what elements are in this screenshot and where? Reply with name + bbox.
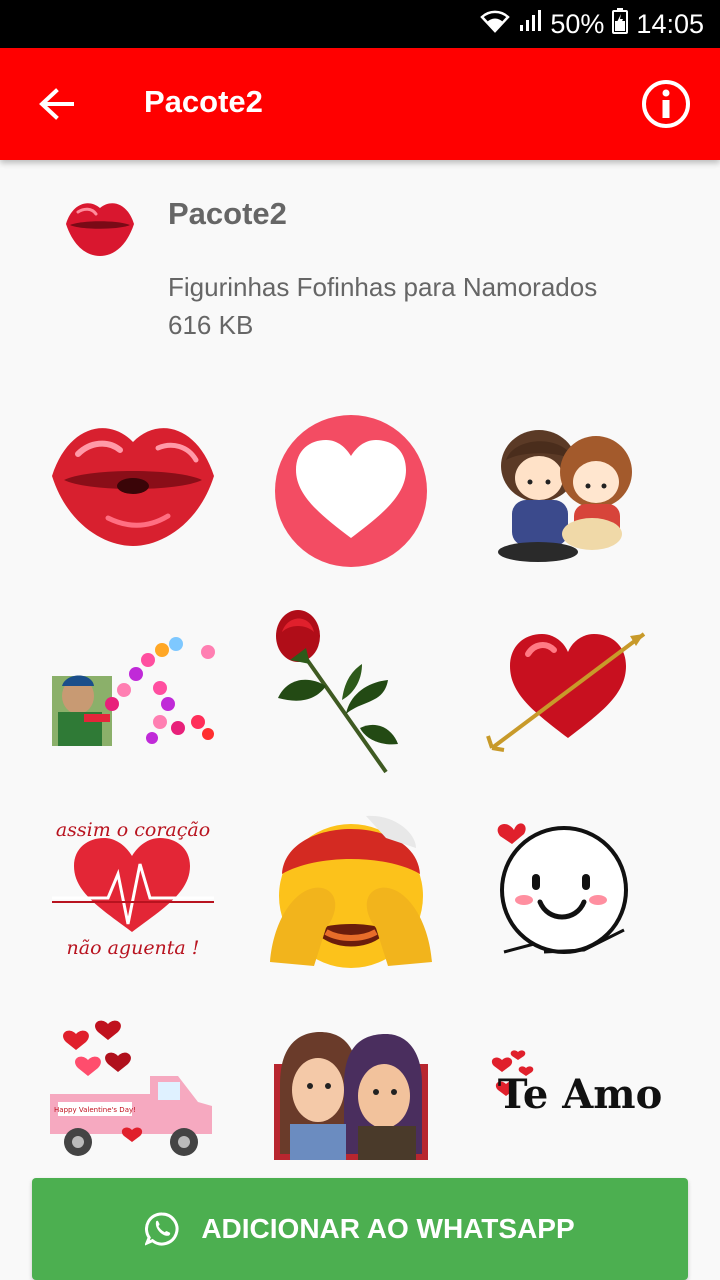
whatsapp-icon <box>145 1212 179 1246</box>
sticker-couple-chibi[interactable] <box>484 406 654 576</box>
sticker-smiley-face[interactable] <box>484 804 654 974</box>
sticker-valentine-truck[interactable]: Happy Valentine's Day! <box>48 1004 218 1174</box>
sticker-cartoon-couple[interactable] <box>266 1004 436 1174</box>
sticker-lips-kiss[interactable] <box>48 406 218 576</box>
wifi-icon <box>480 9 511 40</box>
te-amo-label: Te Amo <box>498 1071 663 1118</box>
pack-tray-icon <box>62 194 138 262</box>
pack-name: Pacote2 <box>168 196 287 231</box>
add-to-whatsapp-button[interactable]: ADICIONAR AO WHATSAPP <box>32 1178 688 1280</box>
heartbeat-bottom-text: não aguenta ! <box>67 937 200 959</box>
app-bar: Pacote2 <box>0 48 720 160</box>
battery-percent: 50% <box>550 8 605 39</box>
sticker-red-rose[interactable] <box>266 604 436 774</box>
info-button[interactable] <box>640 78 692 130</box>
sticker-heart-arrow[interactable] <box>484 604 654 774</box>
sticker-te-amo-text[interactable]: Te Amo <box>484 1004 662 1174</box>
arrow-back-icon <box>39 88 74 120</box>
signal-icon <box>518 9 542 40</box>
sticker-boy-hearts[interactable] <box>48 604 218 774</box>
sticker-emoji-hands-eyes[interactable] <box>266 804 436 974</box>
page-title: Pacote2 <box>144 84 263 119</box>
pack-size: 616 KB <box>168 310 254 340</box>
battery-icon <box>612 7 629 41</box>
add-to-whatsapp-label: ADICIONAR AO WHATSAPP <box>201 1213 575 1244</box>
back-button[interactable] <box>26 76 86 132</box>
status-indicators: 50% 14:05 <box>480 7 704 41</box>
info-icon <box>642 80 690 128</box>
heartbeat-top-text: assim o coração <box>56 819 210 841</box>
clock: 14:05 <box>636 8 704 39</box>
truck-caption: Happy Valentine's Day! <box>54 1106 136 1114</box>
sticker-heartbeat-text[interactable]: assim o coração não aguenta ! <box>48 804 218 974</box>
sticker-heart-circle[interactable] <box>266 406 436 576</box>
pack-publisher: Figurinhas Fofinhas para Namorados <box>168 272 598 302</box>
status-bar: 50% 14:05 <box>0 0 720 48</box>
